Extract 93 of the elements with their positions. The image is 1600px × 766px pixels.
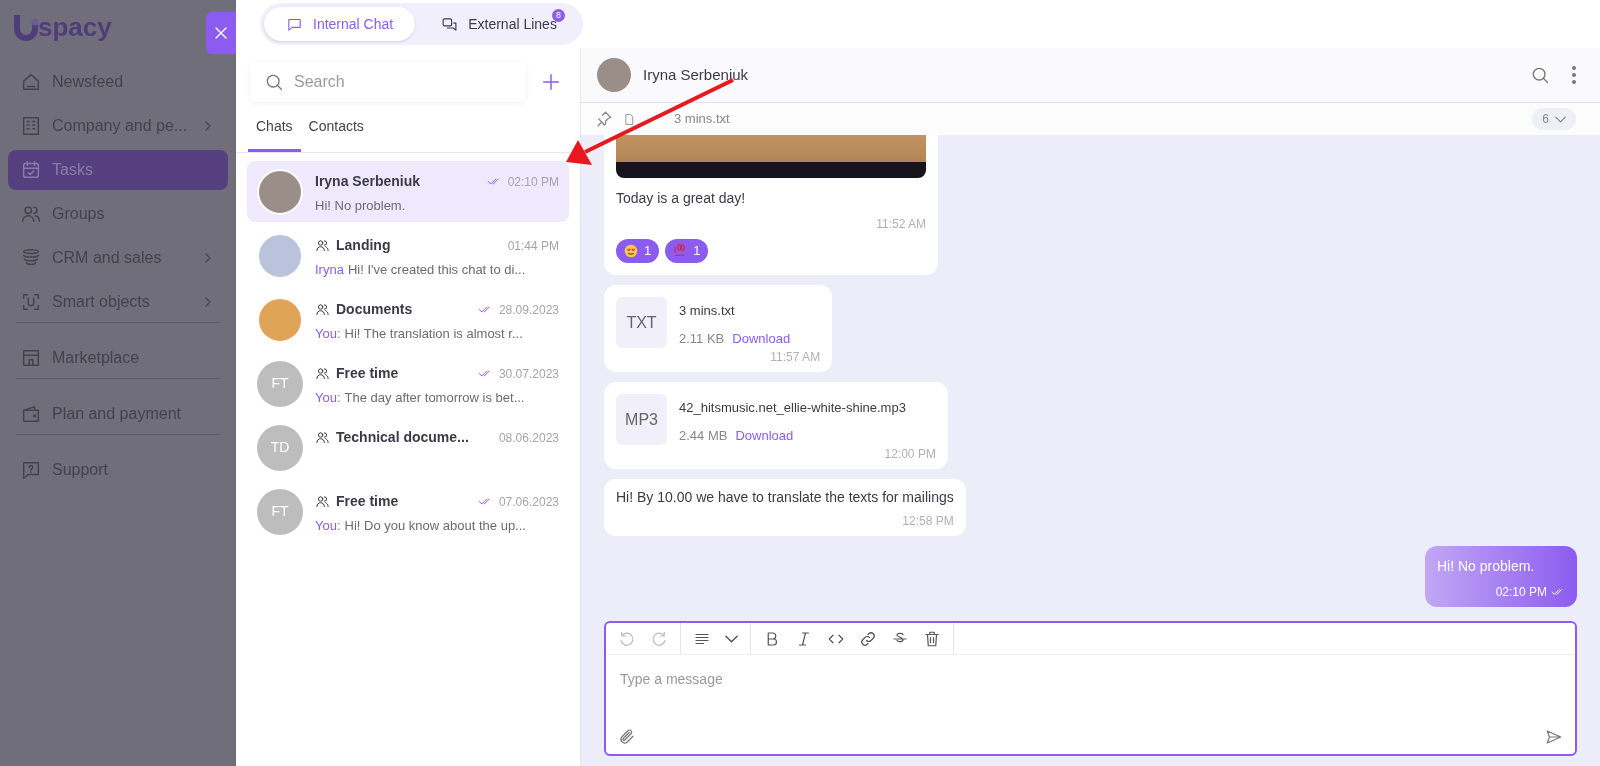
tab[interactable]: Chats <box>248 112 301 152</box>
trash-icon <box>923 629 941 648</box>
message-preview: Hi! Do you know about the up... <box>344 517 526 532</box>
message-time: 02:10 PM <box>1495 584 1547 601</box>
pin-icon <box>595 110 613 128</box>
file-name: 42_hitsmusic.net_ellie-white-shine.mp3 <box>679 399 906 417</box>
plus-icon <box>540 71 562 93</box>
undo-icon <box>618 629 636 648</box>
chat-time: 08.06.2023 <box>498 429 559 447</box>
message-preview: Hi! I've created this chat to di... <box>347 261 526 276</box>
storefront-icon <box>20 347 42 369</box>
file-name: 3 mins.txt <box>679 302 736 320</box>
sender-label: Iryna <box>315 261 344 276</box>
avatar-photo-placeholder <box>597 58 631 92</box>
sender-label: You: <box>315 389 341 404</box>
house-icon <box>20 71 42 93</box>
link-icon <box>859 629 877 648</box>
message-input[interactable]: Type a message <box>606 655 1575 728</box>
chat-time: 02:10 PM <box>507 173 559 191</box>
chat-name: Technical docume... <box>336 428 470 447</box>
chevron-down-icon <box>1555 115 1566 123</box>
more-icon <box>1572 66 1576 84</box>
chat-title: Iryna Serbeniuk <box>643 64 750 85</box>
tab[interactable]: Contacts <box>300 112 372 152</box>
redo-icon <box>650 629 668 648</box>
avatar: FT <box>257 360 303 407</box>
heart-eyes-emoji-icon <box>624 244 638 258</box>
wallet-icon <box>20 403 42 425</box>
avatar-photo-placeholder <box>257 168 303 215</box>
chat-bubble-icon <box>441 15 459 33</box>
calendar-icon <box>20 159 42 181</box>
chat-name: Documents <box>336 300 414 319</box>
chat-list-item[interactable]: TD Technical docume... 08.06.2023 <box>247 417 569 478</box>
hundred-emoji-icon <box>673 244 688 258</box>
pinned-file-name[interactable]: 3 mins.txt <box>674 109 1523 129</box>
people-icon <box>20 203 42 225</box>
file-icon <box>623 112 636 126</box>
chat-time: 07.06.2023 <box>498 493 559 511</box>
chat-list-item[interactable]: Landing 01:44 PM Iryna Hi! I've created this chat to di... <box>247 225 569 286</box>
message-preview: The day after tomorrow is bet... <box>344 389 525 404</box>
chat-name: Free time <box>336 364 400 383</box>
building-icon <box>20 115 42 137</box>
chat-time: 01:44 PM <box>507 237 559 255</box>
message-preview: Hi! The translation is almost r... <box>344 325 523 340</box>
chat-time: 30.07.2023 <box>498 365 559 383</box>
chat-list-item[interactable]: Documents 28.09.2023 You: Hi! The translation is almost r... <box>247 289 569 350</box>
message-time: 12:00 PM <box>883 446 936 463</box>
search-input[interactable]: Search <box>294 70 512 94</box>
send-icon <box>1545 728 1563 746</box>
file-size: 2.44 MB <box>679 426 728 445</box>
trash-button[interactable] <box>923 629 941 648</box>
message-text: Hi! No problem. <box>1437 557 1536 576</box>
download-link[interactable]: Download <box>732 328 791 348</box>
question-bubble-icon <box>20 459 42 481</box>
message-text: Hi! By 10.00 we have to translate the texts for mailings <box>616 488 954 507</box>
scan-icon <box>20 291 42 313</box>
attach-button[interactable] <box>618 728 636 746</box>
avatar: FT <box>257 488 303 535</box>
message-time: 12:58 PM <box>901 513 954 530</box>
chat-name: Iryna Serbeniuk <box>315 172 422 191</box>
logo-mark-icon <box>14 12 40 42</box>
link-button[interactable] <box>859 629 877 648</box>
chevron-down-button[interactable] <box>725 634 738 643</box>
chat-list-item[interactable]: Iryna Serbeniuk 02:10 PM Hi! No problem. <box>247 161 569 222</box>
message-time: 11:52 AM <box>875 216 926 233</box>
chat-name: Landing <box>336 236 392 255</box>
chevron-down-icon <box>725 634 738 643</box>
download-link[interactable]: Download <box>735 425 794 445</box>
chat-time: 28.09.2023 <box>498 301 559 319</box>
reaction-chip[interactable]: 1 <box>616 239 660 263</box>
paperclip-icon <box>618 728 636 746</box>
search-icon <box>1530 65 1550 85</box>
avatar: TD <box>257 424 303 471</box>
tab[interactable]: Internal Chat <box>264 7 416 41</box>
reaction-chip[interactable]: 1 <box>665 239 709 263</box>
file-size: 2.11 KB <box>679 329 725 348</box>
chat-list-item[interactable]: FT Free time 07.06.2023 You: Hi! Do you know about the up... <box>247 481 569 542</box>
count-badge: 8 <box>551 9 565 22</box>
send-button[interactable] <box>1545 728 1563 746</box>
file-type-icon: TXT <box>616 297 667 348</box>
sidebar-item[interactable]: Tasks <box>8 150 228 190</box>
sender-label: You: <box>315 517 341 532</box>
sender-label: You: <box>315 325 341 340</box>
search-icon <box>264 72 284 92</box>
chat-name: Free time <box>336 492 400 511</box>
message-composer[interactable]: Type a message <box>604 621 1577 756</box>
message-text: Today is a great day! <box>616 189 747 208</box>
message-time: 11:57 AM <box>769 349 821 366</box>
file-type-icon: MP3 <box>616 394 667 445</box>
search-field[interactable]: Search <box>250 62 526 102</box>
pinned-count-dropdown[interactable]: 6 <box>1532 108 1576 130</box>
chat-list-item[interactable]: FT Free time 30.07.2023 You: The day after tomorrow is bet... <box>247 353 569 414</box>
message-preview: Hi! No problem. <box>315 197 406 212</box>
